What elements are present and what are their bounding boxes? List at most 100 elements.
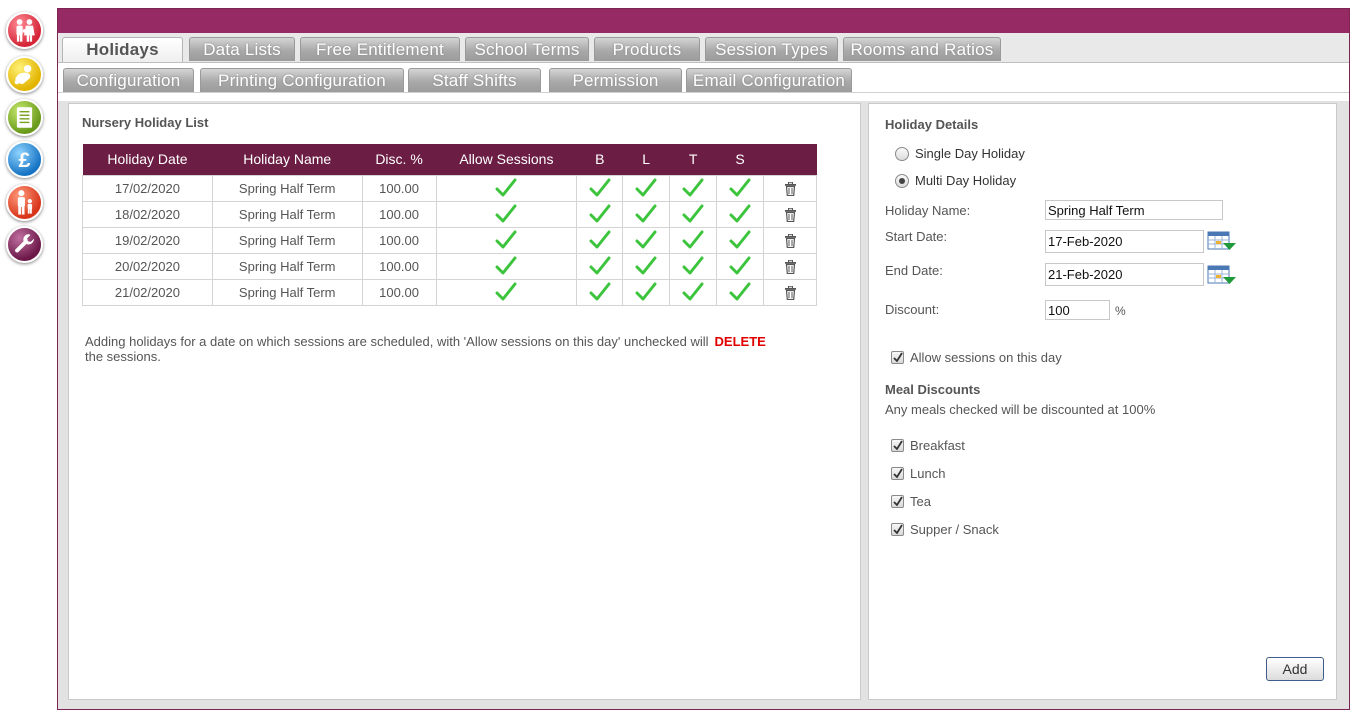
snack-cell	[716, 200, 765, 228]
left-icon-bar: £	[0, 0, 52, 718]
trash-icon[interactable]	[784, 181, 797, 196]
warning-delete: DELETE	[714, 334, 766, 349]
staff-icon[interactable]	[6, 184, 43, 221]
holiday-details-title: Holiday Details	[885, 117, 979, 132]
multi-day-option[interactable]: Multi Day Holiday	[895, 173, 1016, 188]
pound-icon[interactable]: £	[6, 141, 43, 178]
settings-window: Holidays Data Lists Free Entitlement Sch…	[57, 8, 1350, 710]
breakfast-cell	[576, 278, 624, 306]
table-row: 21/02/2020 Spring Half Term 100.00	[82, 278, 817, 306]
supper-checkbox[interactable]	[891, 523, 904, 536]
meal-option-breakfast[interactable]: Breakfast	[891, 438, 965, 453]
table-row: 18/02/2020 Spring Half Term 100.00	[82, 200, 817, 228]
child-icon[interactable]	[6, 56, 43, 93]
tab-holidays[interactable]: Holidays	[62, 37, 183, 62]
tab-free-entitlement[interactable]: Free Entitlement	[300, 37, 460, 61]
lunch-checkbox[interactable]	[891, 467, 904, 480]
table-row: 17/02/2020 Spring Half Term 100.00	[82, 174, 817, 202]
tab-products[interactable]: Products	[594, 37, 700, 61]
meal-option-lunch[interactable]: Lunch	[891, 466, 945, 481]
col-holiday-date: Holiday Date	[82, 144, 213, 175]
allow-sessions-cell	[435, 278, 578, 306]
holiday-date-cell: 17/02/2020	[82, 174, 213, 202]
snack-cell	[716, 226, 765, 254]
trash-icon[interactable]	[784, 233, 797, 248]
tab-session-types[interactable]: Session Types	[705, 37, 838, 61]
wrench-icon[interactable]	[6, 226, 43, 263]
checkmark-icon	[589, 256, 611, 276]
tea-cell	[669, 226, 718, 254]
checkmark-icon	[495, 230, 517, 250]
end-date-field[interactable]	[1045, 263, 1204, 286]
checkmark-icon	[635, 256, 657, 276]
checkmark-icon	[635, 178, 657, 198]
warning-text: Adding holidays for a date on which sess…	[85, 334, 709, 349]
tab-staff-shifts[interactable]: Staff Shifts	[408, 68, 541, 92]
start-date-label: Start Date:	[885, 229, 948, 244]
tab-rooms-and-ratios[interactable]: Rooms and Ratios	[843, 37, 1001, 61]
checkmark-icon	[635, 230, 657, 250]
col-discount: Disc. %	[362, 144, 436, 175]
checkmark-icon	[682, 282, 704, 302]
allow-sessions-checkbox[interactable]	[891, 351, 904, 364]
col-snack: S	[716, 144, 764, 175]
allow-sessions-label: Allow sessions on this day	[910, 350, 1062, 365]
checkmark-icon	[729, 230, 751, 250]
tea-cell	[669, 174, 718, 202]
start-date-field[interactable]	[1045, 230, 1204, 253]
actions-cell	[763, 252, 817, 280]
allow-sessions-cell	[435, 252, 578, 280]
checkmark-icon	[589, 178, 611, 198]
family-icon[interactable]	[6, 12, 43, 49]
allow-sessions-cell	[435, 200, 578, 228]
holiday-name-cell: Spring Half Term	[211, 226, 363, 254]
register-icon[interactable]	[6, 99, 43, 136]
checkmark-icon	[729, 256, 751, 276]
end-date-calendar-icon[interactable]	[1207, 263, 1237, 287]
checkmark-icon	[589, 282, 611, 302]
col-lunch: L	[622, 144, 670, 175]
holiday-warning: Adding holidays for a date on which sess…	[85, 334, 825, 364]
breakfast-label: Breakfast	[910, 438, 965, 453]
multi-day-radio[interactable]	[895, 173, 909, 188]
meal-option-supper[interactable]: Supper / Snack	[891, 522, 999, 537]
allow-sessions-option[interactable]: Allow sessions on this day	[891, 350, 1062, 365]
trash-icon[interactable]	[784, 207, 797, 222]
single-day-radio[interactable]	[895, 146, 909, 161]
breakfast-checkbox[interactable]	[891, 439, 904, 452]
title-bar	[58, 9, 1349, 33]
holiday-date-cell: 19/02/2020	[82, 226, 213, 254]
single-day-label: Single Day Holiday	[915, 146, 1025, 161]
checkmark-icon	[682, 256, 704, 276]
col-tea: T	[669, 144, 717, 175]
tab-school-terms[interactable]: School Terms	[465, 37, 589, 61]
holiday-name-label: Holiday Name:	[885, 203, 971, 218]
trash-icon[interactable]	[784, 259, 797, 274]
tab-email-configuration[interactable]: Email Configuration	[686, 68, 852, 92]
discount-field[interactable]	[1045, 300, 1110, 320]
tab-configuration[interactable]: Configuration	[63, 68, 194, 92]
checkmark-icon	[729, 282, 751, 302]
lunch-cell	[622, 226, 671, 254]
discount-cell: 100.00	[361, 252, 437, 280]
col-allow-sessions: Allow Sessions	[436, 144, 577, 175]
snack-cell	[716, 278, 765, 306]
checkmark-icon	[729, 178, 751, 198]
tab-printing-configuration[interactable]: Printing Configuration	[200, 68, 404, 92]
holiday-table: Holiday Date Holiday Name Disc. % Allow …	[82, 144, 817, 306]
holiday-date-cell: 21/02/2020	[82, 278, 213, 306]
trash-icon[interactable]	[784, 285, 797, 300]
holiday-date-cell: 20/02/2020	[82, 252, 213, 280]
holiday-name-cell: Spring Half Term	[211, 200, 363, 228]
checkmark-icon	[589, 204, 611, 224]
allow-sessions-cell	[435, 174, 578, 202]
tab-permission[interactable]: Permission	[549, 68, 682, 92]
holiday-name-field[interactable]	[1045, 200, 1223, 220]
meal-option-tea[interactable]: Tea	[891, 494, 931, 509]
start-date-calendar-icon[interactable]	[1207, 229, 1237, 253]
single-day-option[interactable]: Single Day Holiday	[895, 146, 1025, 161]
tab-data-lists[interactable]: Data Lists	[189, 37, 295, 61]
tea-checkbox[interactable]	[891, 495, 904, 508]
add-button[interactable]: Add	[1266, 657, 1324, 681]
discount-label: Discount:	[885, 302, 940, 317]
